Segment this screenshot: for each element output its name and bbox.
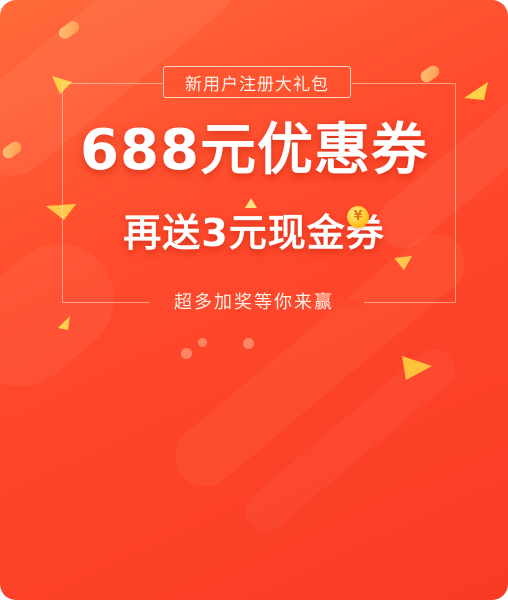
decor-pill [418, 63, 442, 85]
confetti-triangle-icon [402, 356, 432, 380]
new-user-gift-badge: 新用户注册大礼包 [163, 66, 351, 98]
prize-tagline: 超多加奖等你来赢 [174, 292, 334, 313]
decor-dot [181, 348, 192, 359]
decor-dot [198, 338, 207, 347]
promo-card[interactable]: 新用户注册大礼包 688元优惠券 再送3元现金券 ¥ 超多加奖等你来赢 [0, 0, 508, 600]
coupon-headline: 688元优惠券 [80, 118, 428, 183]
gold-coin-icon: ¥ [347, 206, 369, 228]
confetti-triangle-icon [58, 316, 70, 330]
confetti-triangle-icon [464, 82, 488, 100]
decor-dot [243, 338, 254, 349]
cash-coupon-subheadline: 再送3元现金券 [123, 211, 385, 255]
